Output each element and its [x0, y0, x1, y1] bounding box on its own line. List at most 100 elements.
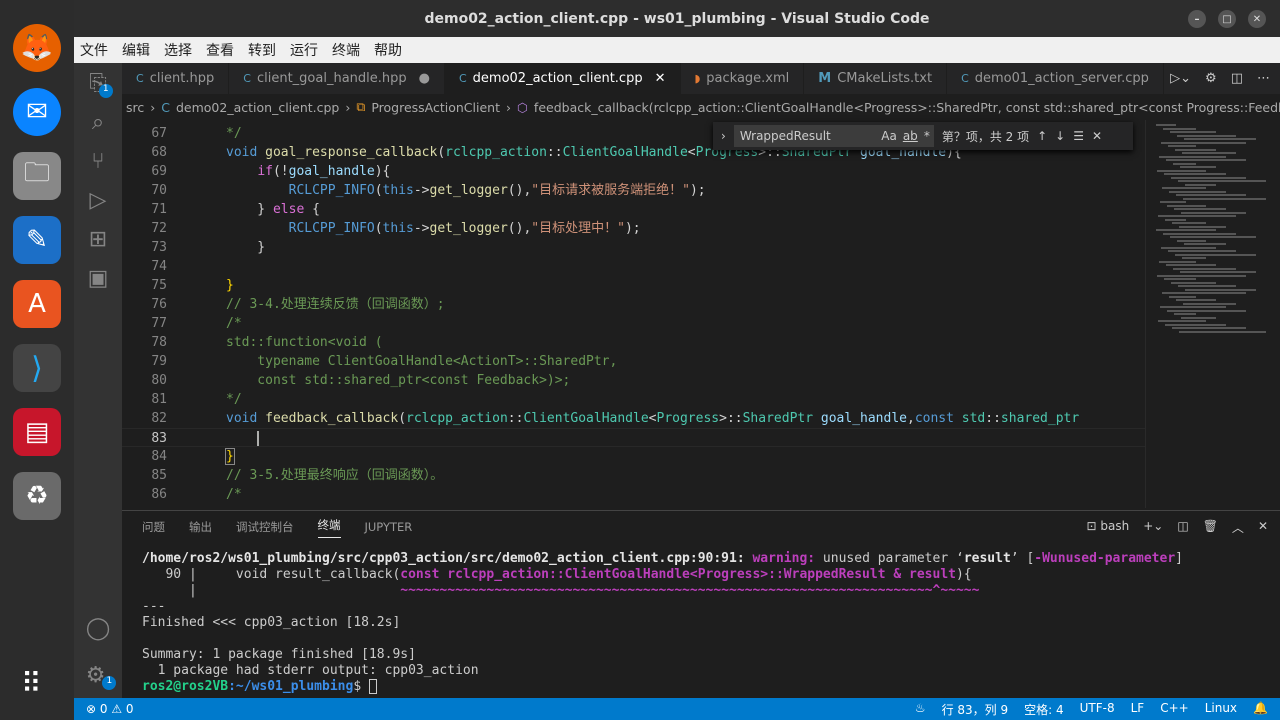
tab-cmakelists[interactable]: M CMakeLists.txt: [804, 63, 948, 94]
menu-run[interactable]: 运行: [290, 40, 318, 60]
flame-icon[interactable]: ♨: [915, 701, 926, 718]
terminal-app-icon[interactable]: ▤: [13, 408, 61, 456]
menu-go[interactable]: 转到: [248, 40, 276, 60]
run-icon[interactable]: ▷⌄: [1170, 71, 1191, 86]
code-line[interactable]: 72 RCLCPP_INFO(this->get_logger(),"目标处理中…: [122, 219, 1145, 238]
menu-file[interactable]: 文件: [80, 40, 108, 60]
next-match-icon[interactable]: ↓: [1055, 129, 1065, 143]
breadcrumb-method[interactable]: feedback_callback(rclcpp_action::ClientG…: [534, 100, 1280, 115]
notifications-icon[interactable]: 🔔: [1253, 701, 1268, 718]
code-line[interactable]: 81 */: [122, 390, 1145, 409]
more-actions-icon[interactable]: ⋯: [1257, 71, 1270, 86]
find-input[interactable]: WrappedResult Aa ab *: [733, 125, 934, 147]
maximize-panel-icon[interactable]: ︿: [1232, 519, 1244, 536]
panel-tab-terminal[interactable]: 终端: [317, 517, 341, 538]
code-line[interactable]: 77 /*: [122, 314, 1145, 333]
minimap[interactable]: [1145, 120, 1280, 508]
account-icon[interactable]: ◯: [86, 616, 111, 641]
menu-edit[interactable]: 编辑: [122, 40, 150, 60]
minimap-line: [1165, 218, 1186, 221]
code-editor[interactable]: 67 */68 void goal_response_callback(rclcpp…: [122, 120, 1145, 508]
tab-demo01-action-server-cpp[interactable]: Cdemo01_action_server.cpp: [947, 63, 1164, 94]
code-line[interactable]: 70 RCLCPP_INFO(this->get_logger(),"目标请求被…: [122, 181, 1145, 200]
whole-word-toggle[interactable]: ab: [903, 129, 918, 143]
code-line[interactable]: 86 /*: [122, 485, 1145, 504]
breadcrumb-src[interactable]: src: [126, 100, 144, 115]
close-tab-icon[interactable]: ✕: [655, 71, 666, 86]
code-line[interactable]: 76 // 3-4.处理连续反馈（回调函数）;: [122, 295, 1145, 314]
code-line[interactable]: 69 if(!goal_handle){: [122, 162, 1145, 181]
source-control-icon[interactable]: ⑂: [91, 149, 104, 174]
toggle-replace-icon[interactable]: ›: [721, 129, 726, 143]
menu-help[interactable]: 帮助: [374, 40, 402, 60]
problems-status[interactable]: ⊗ 0 ⚠ 0: [86, 702, 134, 716]
previous-match-icon[interactable]: ↑: [1037, 129, 1047, 143]
code-line[interactable]: 73 }: [122, 238, 1145, 257]
code-line[interactable]: 82 void feedback_callback(rclcpp_action::…: [122, 409, 1145, 428]
cursor-position[interactable]: 行 83，列 9: [942, 701, 1009, 718]
close-find-icon[interactable]: ✕: [1092, 129, 1102, 143]
panel-tab-jupyter[interactable]: JUPYTER: [365, 520, 413, 534]
extensions-icon[interactable]: ⊞: [89, 227, 107, 252]
tab-demo02-action-client-cpp[interactable]: Cdemo02_action_client.cpp ✕: [444, 63, 681, 94]
settings-gear-icon[interactable]: ⚙: [1205, 71, 1217, 86]
find-in-selection-icon[interactable]: ☰: [1073, 129, 1084, 143]
manage-gear-icon[interactable]: ⚙ 1: [86, 663, 117, 690]
split-terminal-icon[interactable]: ◫: [1177, 519, 1188, 536]
kill-terminal-icon[interactable]: 🗑: [1203, 519, 1218, 536]
panel-tab-debug-console[interactable]: 调试控制台: [236, 519, 294, 535]
breadcrumb-file[interactable]: demo02_action_client.cpp: [176, 100, 339, 115]
code-line[interactable]: 85 // 3-5.处理最终响应（回调函数）。: [122, 466, 1145, 485]
menu-terminal[interactable]: 终端: [332, 40, 360, 60]
line-number: 74: [151, 259, 167, 274]
explorer-icon[interactable]: ⎘ 1: [89, 71, 113, 98]
match-case-toggle[interactable]: Aa: [881, 129, 897, 143]
panel-tab-output[interactable]: 输出: [189, 519, 212, 535]
language-mode[interactable]: C++: [1160, 701, 1189, 718]
regex-toggle[interactable]: *: [924, 129, 930, 143]
tab-client-goal-handle-hpp[interactable]: Cclient_goal_handle.hpp ●: [229, 63, 445, 94]
code-line[interactable]: 78 std::function<void (: [122, 333, 1145, 352]
encoding[interactable]: UTF-8: [1080, 701, 1115, 718]
remote-explorer-icon[interactable]: ▣: [88, 266, 109, 291]
code-line[interactable]: 75}: [122, 276, 1145, 295]
panel-tab-problems[interactable]: 问题: [142, 519, 165, 535]
tab-package-xml[interactable]: ◗ package.xml: [681, 63, 805, 94]
writer-icon[interactable]: ✎: [13, 216, 61, 264]
code-line[interactable]: 83: [122, 428, 1145, 447]
indentation[interactable]: 空格: 4: [1024, 701, 1064, 718]
cpp-file-icon: C: [136, 72, 144, 85]
minimap-line: [1182, 152, 1236, 154]
split-editor-icon[interactable]: ◫: [1231, 71, 1243, 86]
close-window-icon[interactable]: ✕: [1248, 10, 1266, 28]
code-line[interactable]: 84}: [122, 447, 1145, 466]
method-icon: ⬡: [517, 99, 528, 115]
tab-client-hpp[interactable]: Cclient.hpp: [122, 63, 230, 94]
show-apps-icon[interactable]: ⠿: [21, 667, 42, 700]
unsaved-dot-icon[interactable]: ●: [419, 71, 430, 86]
code-line[interactable]: 71 } else {: [122, 200, 1145, 219]
code-line[interactable]: 80 const std::shared_ptr<const Feedback>…: [122, 371, 1145, 390]
code-line[interactable]: 74: [122, 257, 1145, 276]
files-icon[interactable]: 🗀: [13, 152, 61, 200]
trash-icon[interactable]: ♻: [13, 472, 61, 520]
menu-view[interactable]: 查看: [206, 40, 234, 60]
platform[interactable]: Linux: [1205, 701, 1237, 718]
thunderbird-icon[interactable]: ✉: [13, 88, 61, 136]
search-icon[interactable]: ⌕: [92, 110, 104, 135]
menu-selection[interactable]: 选择: [164, 40, 192, 60]
run-debug-icon[interactable]: ▷: [90, 188, 107, 213]
firefox-icon[interactable]: 🦊: [13, 24, 61, 72]
vscode-icon[interactable]: ⟩: [13, 344, 61, 392]
minimap-line: [1167, 204, 1206, 207]
terminal-output[interactable]: /home/ros2/ws01_plumbing/src/cpp03_actio…: [142, 551, 1183, 695]
maximize-icon[interactable]: □: [1218, 10, 1236, 28]
minimize-icon[interactable]: –: [1188, 10, 1206, 28]
terminal-shell-selector[interactable]: ⊡ bash: [1087, 519, 1130, 536]
code-line[interactable]: 79 typename ClientGoalHandle<ActionT>::S…: [122, 352, 1145, 371]
close-panel-icon[interactable]: ✕: [1258, 519, 1268, 536]
app-store-icon[interactable]: A: [13, 280, 61, 328]
end-of-line[interactable]: LF: [1131, 701, 1145, 718]
new-terminal-icon[interactable]: +⌄: [1143, 519, 1163, 536]
breadcrumb-class[interactable]: ProgressActionClient: [371, 100, 500, 115]
